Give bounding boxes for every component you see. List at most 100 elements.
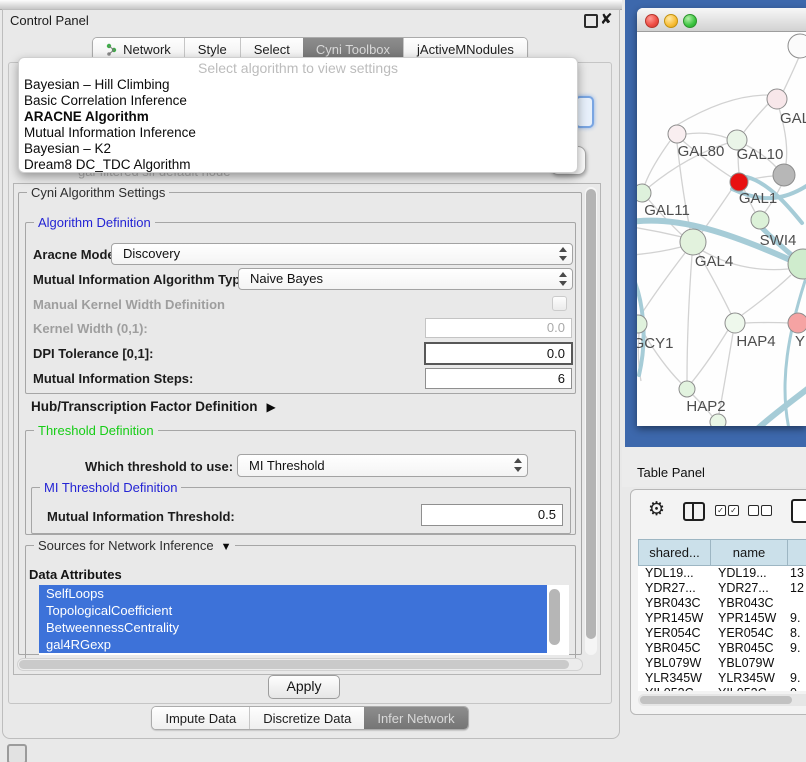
close-panel-icon[interactable]: ✘ (600, 10, 613, 28)
table-row[interactable]: YER054CYER054C8. (638, 626, 806, 641)
network-node-gal11[interactable] (637, 184, 651, 202)
column-header[interactable]: name (711, 539, 788, 566)
network-node-gal1[interactable] (751, 211, 769, 229)
table-cell: YPR145W (711, 611, 788, 626)
kernel-width-field[interactable]: 0.0 (425, 318, 572, 338)
apply-button[interactable]: Apply (268, 675, 340, 699)
node-label: GAL (780, 110, 806, 127)
algorithm-option[interactable]: Dream8 DC_TDC Algorithm (19, 157, 577, 173)
network-edge (692, 330, 728, 382)
gear-icon[interactable]: ⚙ (648, 498, 665, 521)
table-row[interactable]: YDR27...YDR27...12 (638, 581, 806, 596)
table-row[interactable]: YBL079WYBL079W (638, 656, 806, 671)
table-row[interactable]: YPR145WYPR145W9. (638, 611, 806, 626)
dpi-tolerance-field[interactable]: 0.0 (424, 342, 573, 365)
table-row[interactable]: YLR345WYLR345W9. (638, 671, 806, 686)
new-table-icon[interactable] (791, 499, 806, 523)
column-header[interactable] (788, 539, 806, 566)
attributes-list-scrollbar[interactable] (549, 589, 560, 645)
column-header[interactable]: shared... (638, 539, 711, 566)
stepper-arrows-icon (558, 247, 567, 261)
node-label: GAL80 (678, 143, 725, 160)
deselect-all-icon[interactable] (761, 505, 772, 516)
network-edge (637, 247, 681, 255)
zoom-window-icon[interactable] (683, 14, 697, 28)
network-edge (687, 255, 692, 381)
mi-type-combo[interactable]: Naive Bayes (238, 268, 573, 290)
table-cell: YIL052C (711, 686, 788, 691)
attribute-item-selected[interactable]: TopologicalCoefficient (39, 602, 547, 619)
settings-horizontal-scrollbar-thumb[interactable] (19, 660, 569, 669)
tab-label: Network (123, 42, 171, 57)
table-cell: YPR145W (638, 611, 711, 626)
settings-vertical-scrollbar-thumb[interactable] (586, 189, 596, 639)
tab-impute-data[interactable]: Impute Data (152, 707, 249, 729)
close-window-icon[interactable] (645, 14, 659, 28)
table-row[interactable]: YBR045CYBR045C9. (638, 641, 806, 656)
network-node[interactable] (773, 164, 795, 186)
table-cell: YBR045C (638, 641, 711, 656)
tab-infer-network[interactable]: Infer Network (364, 707, 467, 729)
data-attributes-list[interactable]: SelfLoopsTopologicalCoefficientBetweenne… (39, 585, 569, 655)
network-canvas[interactable]: GALGAL80GAL10GAL1GAL11GAL4SWI4GCY1HAP4YH… (637, 31, 806, 426)
select-all-icon[interactable]: ✓ (715, 505, 726, 516)
table-cell: YBR043C (638, 596, 711, 611)
table-cell: YBL079W (711, 656, 788, 671)
tab-discretize-data[interactable]: Discretize Data (249, 707, 364, 729)
which-threshold-combo[interactable]: MI Threshold (237, 454, 528, 477)
network-node[interactable] (710, 414, 726, 426)
algorithm-option[interactable]: ARACNE Algorithm (19, 109, 577, 125)
table-row[interactable]: YIL052CYIL052C0. (638, 686, 806, 691)
table-row[interactable]: YBR043CYBR043C (638, 596, 806, 611)
network-node[interactable] (788, 34, 806, 58)
mi-threshold-field[interactable]: 0.5 (421, 504, 563, 526)
aracne-mode-label: Aracne Mode: (33, 247, 119, 262)
data-attributes-label: Data Attributes (29, 567, 122, 582)
table-cell: YBL079W (638, 656, 711, 671)
network-node-y[interactable] (788, 313, 806, 333)
table-cell: YBR045C (711, 641, 788, 656)
algorithm-option[interactable]: Bayesian – K2 (19, 141, 577, 157)
table-horizontal-scrollbar-thumb[interactable] (640, 696, 792, 704)
minimize-window-icon[interactable] (664, 14, 678, 28)
algorithm-option[interactable]: Basic Correlation Inference (19, 93, 577, 109)
node-label: GCY1 (637, 335, 673, 352)
table-cell: YER054C (711, 626, 788, 641)
table-cell: 9. (788, 611, 806, 626)
network-node-gal80[interactable] (668, 125, 686, 143)
aracne-mode-combo[interactable]: Discovery (111, 243, 573, 265)
network-node-hap2[interactable] (679, 381, 695, 397)
network-node-gal4[interactable] (680, 229, 706, 255)
algorithm-dropdown-popup: Select algorithm to view settings Bayesi… (18, 57, 578, 173)
stepper-arrows-icon (558, 272, 567, 286)
panel-toggle-button[interactable] (7, 744, 27, 762)
algorithm-option[interactable]: Mutual Information Inference (19, 125, 577, 141)
network-edge (686, 133, 727, 138)
table-cell: YDR27... (711, 581, 788, 596)
stepper-arrows-icon (513, 458, 522, 472)
manual-kernel-checkbox[interactable] (552, 296, 567, 311)
sources-title[interactable]: Sources for Network Inference▼ (34, 538, 235, 553)
node-label: HAP4 (736, 333, 775, 350)
network-window-titlebar[interactable] (637, 8, 806, 32)
network-node[interactable] (730, 173, 748, 191)
algorithm-placeholder: Select algorithm to view settings (19, 60, 577, 77)
mi-type-label: Mutual Information Algorithm Type: (33, 272, 252, 287)
kernel-width-label: Kernel Width (0,1): (33, 321, 148, 336)
attribute-item-selected[interactable]: SelfLoops (39, 585, 547, 602)
table-cell (788, 596, 806, 611)
algorithm-option[interactable]: Bayesian – Hill Climbing (19, 77, 577, 93)
table-row[interactable]: YDL19...YDL19...13 (638, 566, 806, 581)
hub-definition-toggle[interactable]: Hub/Transcription Factor Definition▶ (31, 399, 276, 414)
deselect-all-icon[interactable] (748, 505, 759, 516)
attribute-item-selected[interactable]: gal4RGexp (39, 636, 547, 653)
mi-steps-field[interactable]: 6 (425, 368, 572, 389)
attribute-item-selected[interactable]: BetweennessCentrality (39, 619, 547, 636)
network-node-hap4[interactable] (725, 313, 745, 333)
network-edge (742, 275, 791, 315)
network-node-gal[interactable] (767, 89, 787, 109)
node-label: GAL1 (739, 190, 777, 207)
split-columns-icon[interactable] (683, 502, 705, 521)
select-all-icon[interactable]: ✓ (728, 505, 739, 516)
float-panel-icon[interactable] (584, 14, 598, 28)
